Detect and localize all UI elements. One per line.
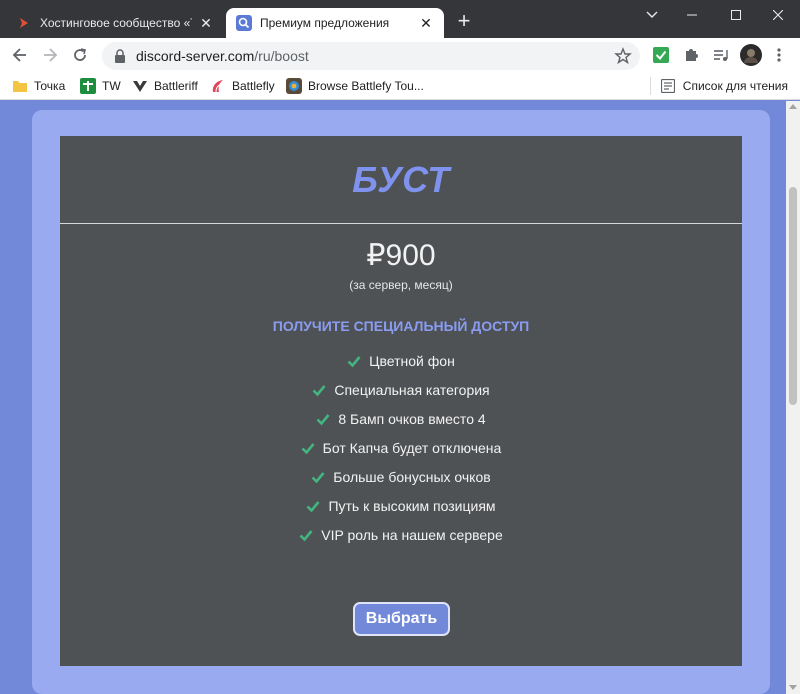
- reload-icon[interactable]: [68, 43, 92, 67]
- tab-premium-offers[interactable]: Премиум предложения ✕: [226, 8, 444, 38]
- kebab-menu-icon[interactable]: [770, 46, 788, 64]
- boost-card: БУСТ ₽900 (за сервер, месяц) ПОЛУЧИТЕ СП…: [60, 136, 742, 666]
- check-icon: [347, 354, 361, 368]
- checkmark-extension-icon[interactable]: [652, 46, 670, 64]
- feature-text: Бот Капча будет отключена: [322, 439, 502, 456]
- address-bar[interactable]: discord-server.com/ru/boost: [102, 42, 640, 70]
- scroll-up-icon[interactable]: [789, 104, 797, 109]
- scrollbar-thumb[interactable]: [789, 187, 797, 405]
- bookmark-label: Browse Battlefy Tou...: [308, 79, 424, 93]
- bookmark-label: Battleriff: [154, 79, 198, 93]
- tab-title: Премиум предложения: [260, 16, 390, 30]
- bookmark-battlefly[interactable]: Battlefly: [210, 77, 275, 95]
- folder-icon: [12, 78, 28, 94]
- bookmark-label: Точка: [34, 79, 66, 93]
- battlefy-icon: [286, 78, 302, 94]
- battleriff-icon: [132, 78, 148, 94]
- tab-title: Хостинговое сообщество «Time: [40, 16, 192, 30]
- close-icon[interactable]: ✕: [198, 15, 214, 31]
- url-text: discord-server.com/ru/boost: [136, 48, 309, 64]
- access-heading: ПОЛУЧИТЕ СПЕЦИАЛЬНЫЙ ДОСТУП: [272, 318, 530, 334]
- minimize-icon[interactable]: [670, 0, 714, 30]
- bookmark-battleriff[interactable]: Battleriff: [132, 77, 198, 95]
- check-icon: [312, 383, 326, 397]
- price-note: (за сервер, месяц): [349, 278, 453, 292]
- check-icon: [311, 470, 325, 484]
- feature-text: Цветной фон: [369, 352, 455, 369]
- feature-list: Цветной фон Специальная категория 8 Бамп…: [60, 346, 742, 549]
- lock-icon[interactable]: [114, 49, 126, 63]
- bookmark-tw[interactable]: TW: [80, 77, 121, 95]
- scroll-down-icon[interactable]: [789, 685, 797, 690]
- feature-text: Специальная категория: [334, 381, 490, 398]
- reading-list-label: Список для чтения: [682, 79, 788, 93]
- url-path: /ru/boost: [254, 48, 309, 64]
- feature-item: Путь к высоким позициям: [60, 491, 742, 520]
- check-icon: [316, 412, 330, 426]
- close-window-icon[interactable]: [756, 0, 800, 30]
- card-title: БУСТ: [352, 158, 450, 200]
- divider: [649, 77, 651, 95]
- tab-search-icon[interactable]: [630, 0, 674, 30]
- search-page-icon: [236, 15, 252, 31]
- page-content: БУСТ ₽900 (за сервер, месяц) ПОЛУЧИТЕ СП…: [0, 101, 786, 694]
- page-scrollbar[interactable]: [786, 101, 800, 694]
- feature-item: Цветной фон: [60, 346, 742, 375]
- tw-icon: [80, 78, 96, 94]
- tab-strip: Хостинговое сообщество «Time ✕ Премиум п…: [0, 0, 800, 38]
- avatar[interactable]: [740, 44, 762, 66]
- feature-item: VIP роль на нашем сервере: [60, 520, 742, 549]
- choose-button[interactable]: Выбрать: [353, 602, 450, 636]
- feature-text: Путь к высоким позициям: [328, 497, 496, 514]
- card-header: БУСТ: [60, 136, 742, 224]
- feature-item: Бот Капча будет отключена: [60, 433, 742, 462]
- url-domain: discord-server.com: [136, 48, 255, 64]
- media-control-icon[interactable]: [712, 46, 730, 64]
- check-icon: [301, 441, 315, 455]
- feature-item: Специальная категория: [60, 375, 742, 404]
- bookmark-battlefy[interactable]: Browse Battlefy Tou...: [286, 77, 424, 95]
- browser-window: Хостинговое сообщество «Time ✕ Премиум п…: [0, 0, 800, 694]
- price: ₽900: [366, 239, 436, 272]
- feature-item: 8 Бамп очков вместо 4: [60, 404, 742, 433]
- back-icon[interactable]: [8, 43, 32, 67]
- check-icon: [306, 499, 320, 513]
- check-icon: [299, 528, 313, 542]
- browser-toolbar: discord-server.com/ru/boost: [0, 38, 800, 72]
- feature-text: Больше бонусных очков: [333, 468, 491, 485]
- bookmark-label: TW: [102, 79, 121, 93]
- puzzle-extensions-icon[interactable]: [682, 46, 700, 64]
- red-chevron-icon: [16, 15, 32, 31]
- bookmark-star-icon[interactable]: [614, 47, 632, 65]
- battlefly-icon: [210, 78, 226, 94]
- maximize-icon[interactable]: [714, 0, 758, 30]
- feature-item: Больше бонусных очков: [60, 462, 742, 491]
- forward-icon[interactable]: [38, 43, 62, 67]
- bookmark-label: Battlefly: [232, 79, 275, 93]
- reading-list[interactable]: Список для чтения: [649, 77, 788, 95]
- boost-card-frame: БУСТ ₽900 (за сервер, месяц) ПОЛУЧИТЕ СП…: [32, 110, 770, 694]
- close-icon[interactable]: ✕: [418, 15, 434, 31]
- bookmarks-bar: Точка TW Battleriff Battlefly Browse Bat…: [0, 72, 800, 100]
- feature-text: VIP роль на нашем сервере: [321, 526, 503, 543]
- bookmark-tochka[interactable]: Точка: [12, 77, 65, 95]
- tab-hosting-community[interactable]: Хостинговое сообщество «Time ✕: [6, 8, 224, 38]
- feature-text: 8 Бамп очков вместо 4: [338, 410, 486, 427]
- new-tab-button[interactable]: +: [452, 10, 476, 34]
- reading-list-icon: [660, 79, 675, 93]
